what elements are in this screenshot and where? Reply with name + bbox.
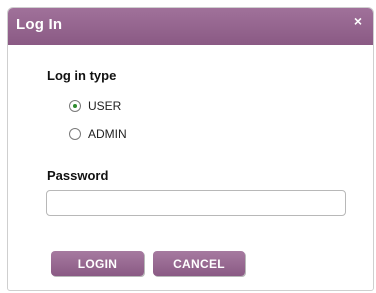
radio-user[interactable]: USER — [69, 98, 121, 114]
radio-admin-label: ADMIN — [88, 127, 127, 141]
radio-admin[interactable]: ADMIN — [69, 126, 127, 142]
dialog-title: Log In — [16, 16, 63, 33]
password-input[interactable] — [46, 190, 346, 216]
login-button[interactable]: LOGIN — [51, 251, 144, 276]
close-icon[interactable]: × — [351, 14, 365, 28]
radio-admin-button[interactable] — [69, 128, 81, 140]
radio-user-button[interactable] — [69, 100, 81, 112]
login-type-label: Log in type — [47, 68, 117, 83]
password-label: Password — [47, 168, 109, 183]
cancel-button[interactable]: CANCEL — [153, 251, 245, 276]
login-dialog: Log In × Log in type USER ADMIN Password… — [7, 7, 374, 291]
dialog-titlebar: Log In × — [8, 8, 373, 45]
radio-user-label: USER — [88, 99, 122, 113]
